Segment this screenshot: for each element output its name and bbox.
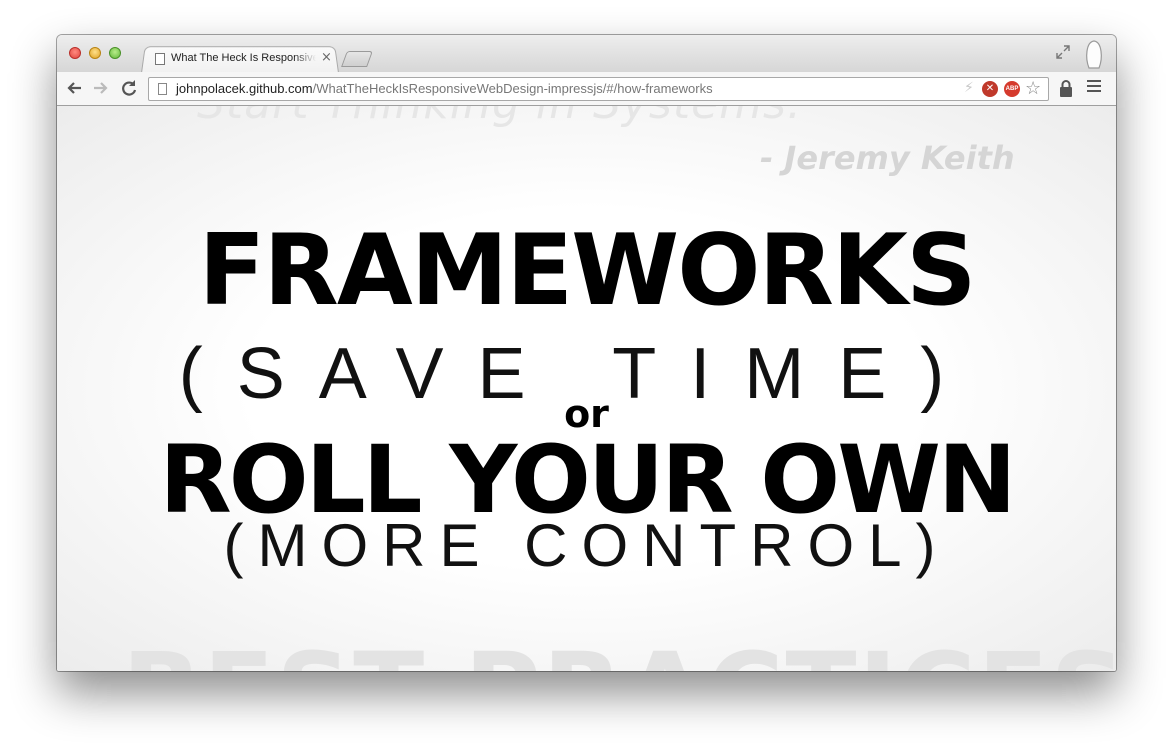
close-window-button[interactable] bbox=[69, 47, 81, 59]
profile-avatar-icon[interactable] bbox=[1083, 38, 1105, 70]
minimize-window-button[interactable] bbox=[89, 47, 101, 59]
reload-icon[interactable] bbox=[118, 77, 140, 99]
page-icon bbox=[158, 83, 167, 95]
menu-hamburger-icon[interactable] bbox=[1087, 80, 1101, 95]
fullscreen-icon[interactable] bbox=[1055, 44, 1071, 60]
next-slide-heading: BEST PRACTICES bbox=[122, 630, 1116, 671]
tab-close-icon[interactable]: × bbox=[321, 50, 332, 66]
lightning-bolt-icon[interactable]: ⚡ bbox=[964, 80, 974, 96]
url-text: johnpolacek.github.com/WhatTheHeckIsResp… bbox=[176, 81, 713, 96]
address-bar[interactable]: johnpolacek.github.com/WhatTheHeckIsResp… bbox=[148, 77, 1049, 101]
page-icon bbox=[155, 53, 165, 65]
lock-icon[interactable] bbox=[1058, 79, 1074, 99]
browser-window: What The Heck Is Responsive Web Design ×… bbox=[57, 35, 1116, 671]
title-bar: What The Heck Is Responsive Web Design × bbox=[57, 35, 1116, 73]
forward-arrow-icon[interactable] bbox=[89, 77, 111, 99]
bookmark-star-icon[interactable]: ☆ bbox=[1025, 78, 1041, 99]
slide-heading-frameworks: FRAMEWORKS bbox=[198, 214, 976, 328]
url-path: /WhatTheHeckIsResponsiveWebDesign-impres… bbox=[312, 81, 713, 96]
slide-viewport: Start Thinking in Systems. - Jeremy Keit… bbox=[57, 106, 1116, 671]
adblock-icon[interactable]: ABP bbox=[1004, 81, 1020, 97]
zoom-window-button[interactable] bbox=[109, 47, 121, 59]
previous-slide-attribution: - Jeremy Keith bbox=[760, 139, 1015, 177]
slide-subheading-more-control: (MORE CONTROL) bbox=[223, 512, 950, 579]
browser-toolbar: johnpolacek.github.com/WhatTheHeckIsResp… bbox=[57, 72, 1116, 106]
new-tab-button[interactable] bbox=[341, 51, 373, 67]
tab-active[interactable]: What The Heck Is Responsive Web Design × bbox=[147, 47, 337, 71]
tab-title: What The Heck Is Responsive Web Design bbox=[171, 52, 316, 64]
previous-slide-quote: Start Thinking in Systems. bbox=[197, 106, 802, 129]
url-host: johnpolacek.github.com bbox=[176, 81, 313, 96]
extension-block-icon[interactable]: ✕ bbox=[982, 81, 998, 97]
back-arrow-icon[interactable] bbox=[64, 77, 86, 99]
